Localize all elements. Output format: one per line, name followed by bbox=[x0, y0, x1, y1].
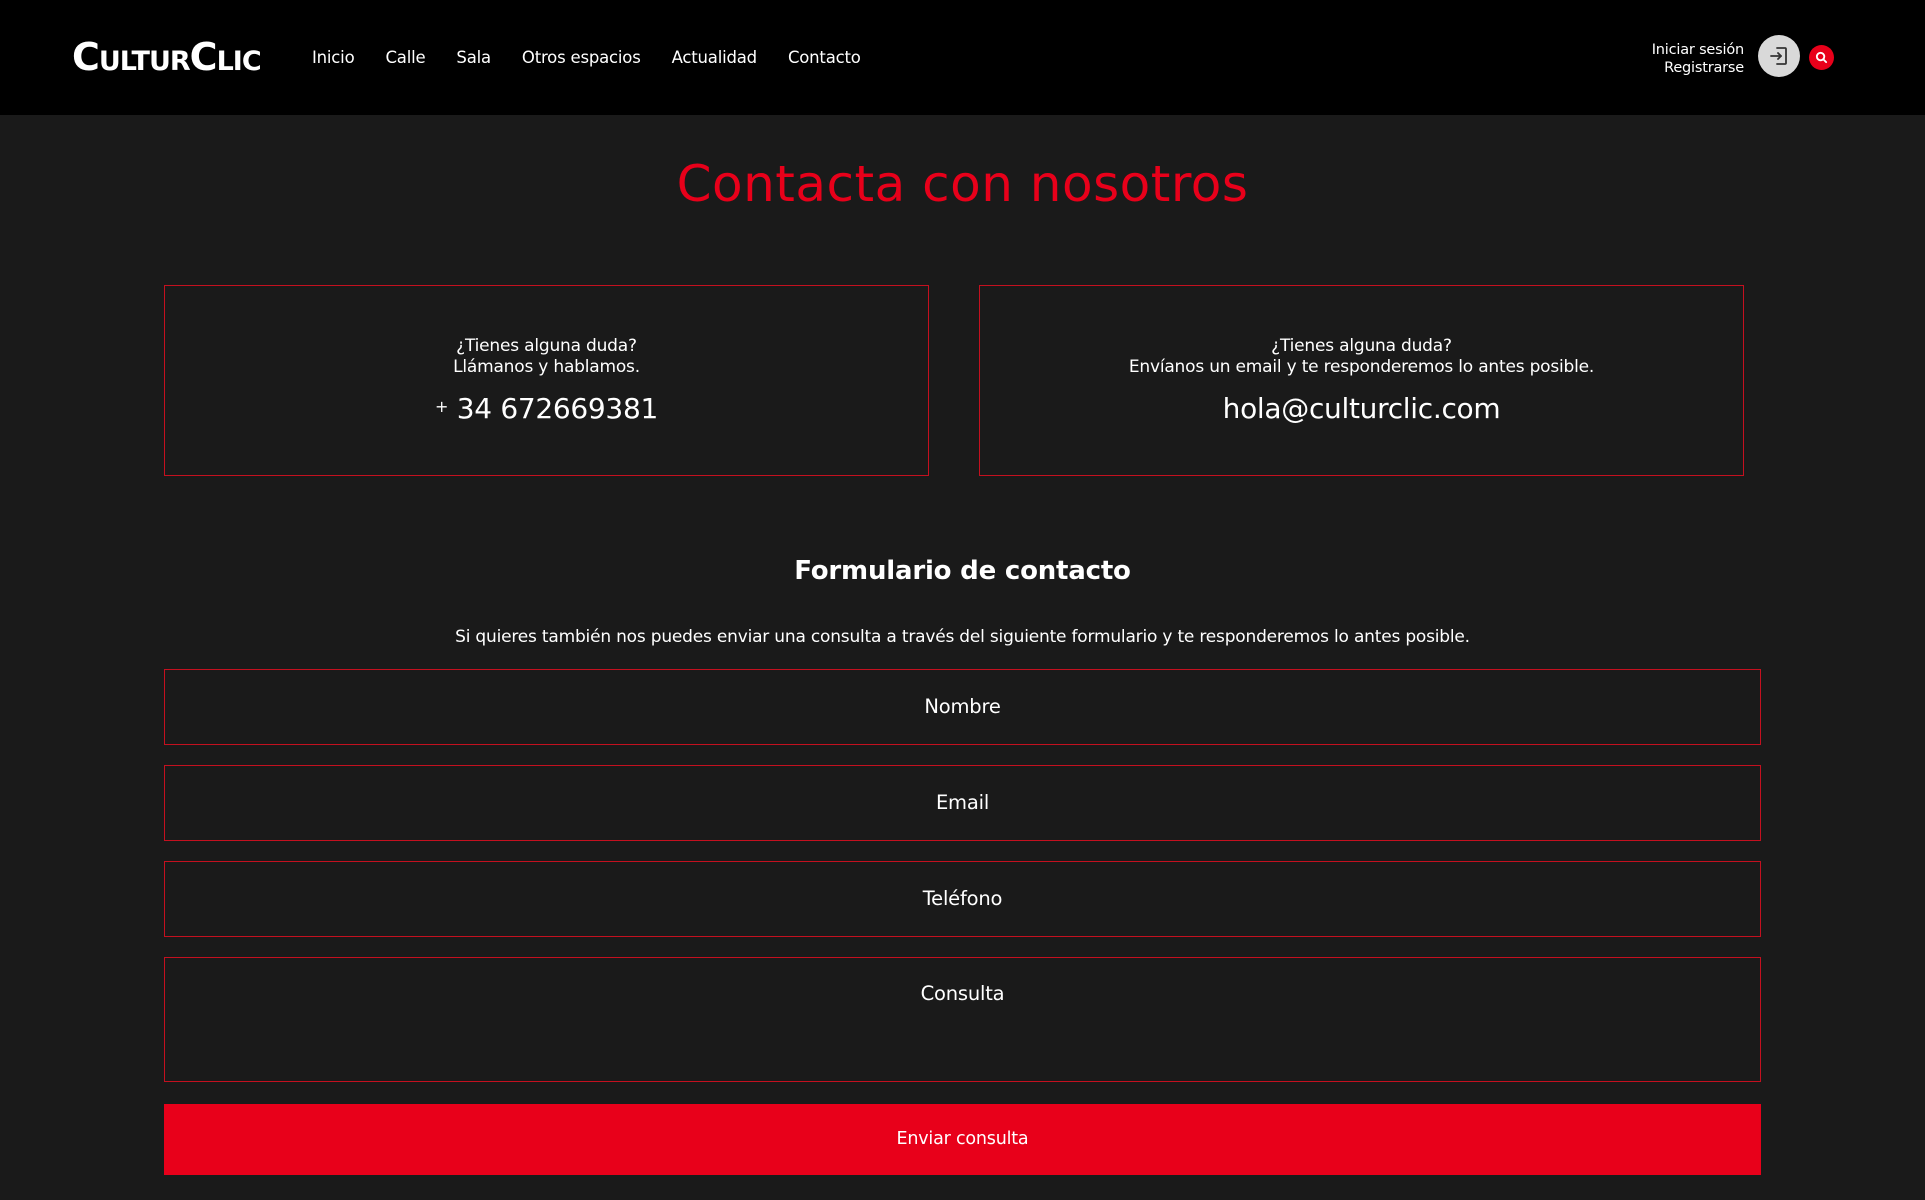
form-title: Formulario de contacto bbox=[794, 556, 1131, 586]
search-icon bbox=[1815, 51, 1828, 64]
auth-links: Iniciar sesión Registrarse bbox=[1652, 41, 1744, 77]
site-logo[interactable]: CulturClic bbox=[72, 32, 262, 82]
main-nav: Inicio Calle Sala Otros espacios Actuali… bbox=[312, 0, 892, 115]
nav-item-actualidad[interactable]: Actualidad bbox=[672, 48, 758, 67]
phone-plus-sign: + bbox=[435, 397, 449, 416]
nav-item-contacto[interactable]: Contacto bbox=[788, 48, 861, 67]
email-card: ¿Tienes alguna duda? Envíanos un email y… bbox=[979, 285, 1744, 476]
login-arrow-icon bbox=[1770, 47, 1787, 65]
login-link[interactable]: Iniciar sesión bbox=[1652, 41, 1744, 59]
name-input[interactable]: Nombre bbox=[164, 669, 1761, 745]
phone-number[interactable]: + 34 672669381 bbox=[165, 392, 928, 425]
phone-card-text: ¿Tienes alguna duda? Llámanos y hablamos… bbox=[165, 336, 928, 378]
login-button[interactable] bbox=[1758, 35, 1800, 77]
email-address[interactable]: hola@culturclic.com bbox=[980, 392, 1743, 425]
nav-item-sala[interactable]: Sala bbox=[456, 48, 491, 67]
nav-item-otros-espacios[interactable]: Otros espacios bbox=[522, 48, 641, 67]
email-input[interactable]: Email bbox=[164, 765, 1761, 841]
submit-button[interactable]: Enviar consulta bbox=[164, 1104, 1761, 1175]
email-card-question: ¿Tienes alguna duda? bbox=[1271, 336, 1452, 356]
phone-card-subtext: Llámanos y hablamos. bbox=[453, 357, 640, 377]
site-header: CulturClic Inicio Calle Sala Otros espac… bbox=[0, 0, 1925, 115]
nav-item-inicio[interactable]: Inicio bbox=[312, 48, 355, 67]
phone-input[interactable]: Teléfono bbox=[164, 861, 1761, 937]
query-textarea[interactable]: Consulta bbox=[164, 957, 1761, 1082]
phone-card-question: ¿Tienes alguna duda? bbox=[456, 336, 637, 356]
page-title: Contacta con nosotros bbox=[676, 155, 1249, 213]
register-link[interactable]: Registrarse bbox=[1652, 59, 1744, 77]
phone-card: ¿Tienes alguna duda? Llámanos y hablamos… bbox=[164, 285, 929, 476]
search-button[interactable] bbox=[1809, 45, 1834, 70]
nav-item-calle[interactable]: Calle bbox=[385, 48, 425, 67]
form-subtitle: Si quieres también nos puedes enviar una… bbox=[455, 627, 1470, 647]
email-card-text: ¿Tienes alguna duda? Envíanos un email y… bbox=[980, 336, 1743, 378]
phone-number-value: 34 672669381 bbox=[456, 392, 659, 425]
query-placeholder: Consulta bbox=[920, 982, 1005, 1005]
email-card-subtext: Envíanos un email y te responderemos lo … bbox=[1128, 357, 1595, 377]
